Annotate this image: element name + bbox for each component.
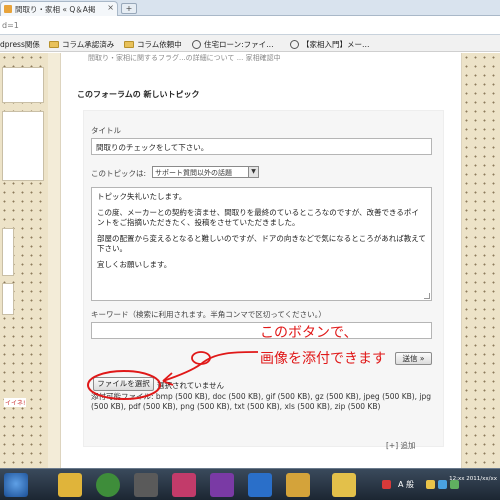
start-button-icon[interactable] [4, 473, 28, 497]
app-explorer-icon[interactable] [332, 473, 356, 497]
system-tray: A 般 12:xx 2011/xx/xx [378, 469, 500, 500]
annotation-overlay [87, 351, 259, 400]
ime-indicator[interactable]: A 般 [398, 479, 414, 490]
app-word-icon[interactable] [248, 473, 272, 497]
app-rc-icon[interactable] [96, 473, 120, 497]
annotation-circle [87, 370, 161, 400]
tray-volume-icon[interactable] [438, 480, 447, 489]
app-paint-icon[interactable] [210, 473, 234, 497]
app-editor-icon[interactable] [172, 473, 196, 497]
taskbar: A 般 12:xx 2011/xx/xx [0, 468, 500, 500]
clock[interactable]: 12:xx 2011/xx/xx [449, 476, 497, 483]
app-folder-icon[interactable] [286, 473, 310, 497]
tray-alert-icon[interactable] [382, 480, 391, 489]
tray-network-icon[interactable] [426, 480, 435, 489]
clock-text: 12:xx 2011/xx/xx [449, 476, 497, 482]
app-photo-icon[interactable] [134, 473, 158, 497]
annotation-loop [191, 351, 211, 365]
app-bird-icon[interactable] [58, 473, 82, 497]
